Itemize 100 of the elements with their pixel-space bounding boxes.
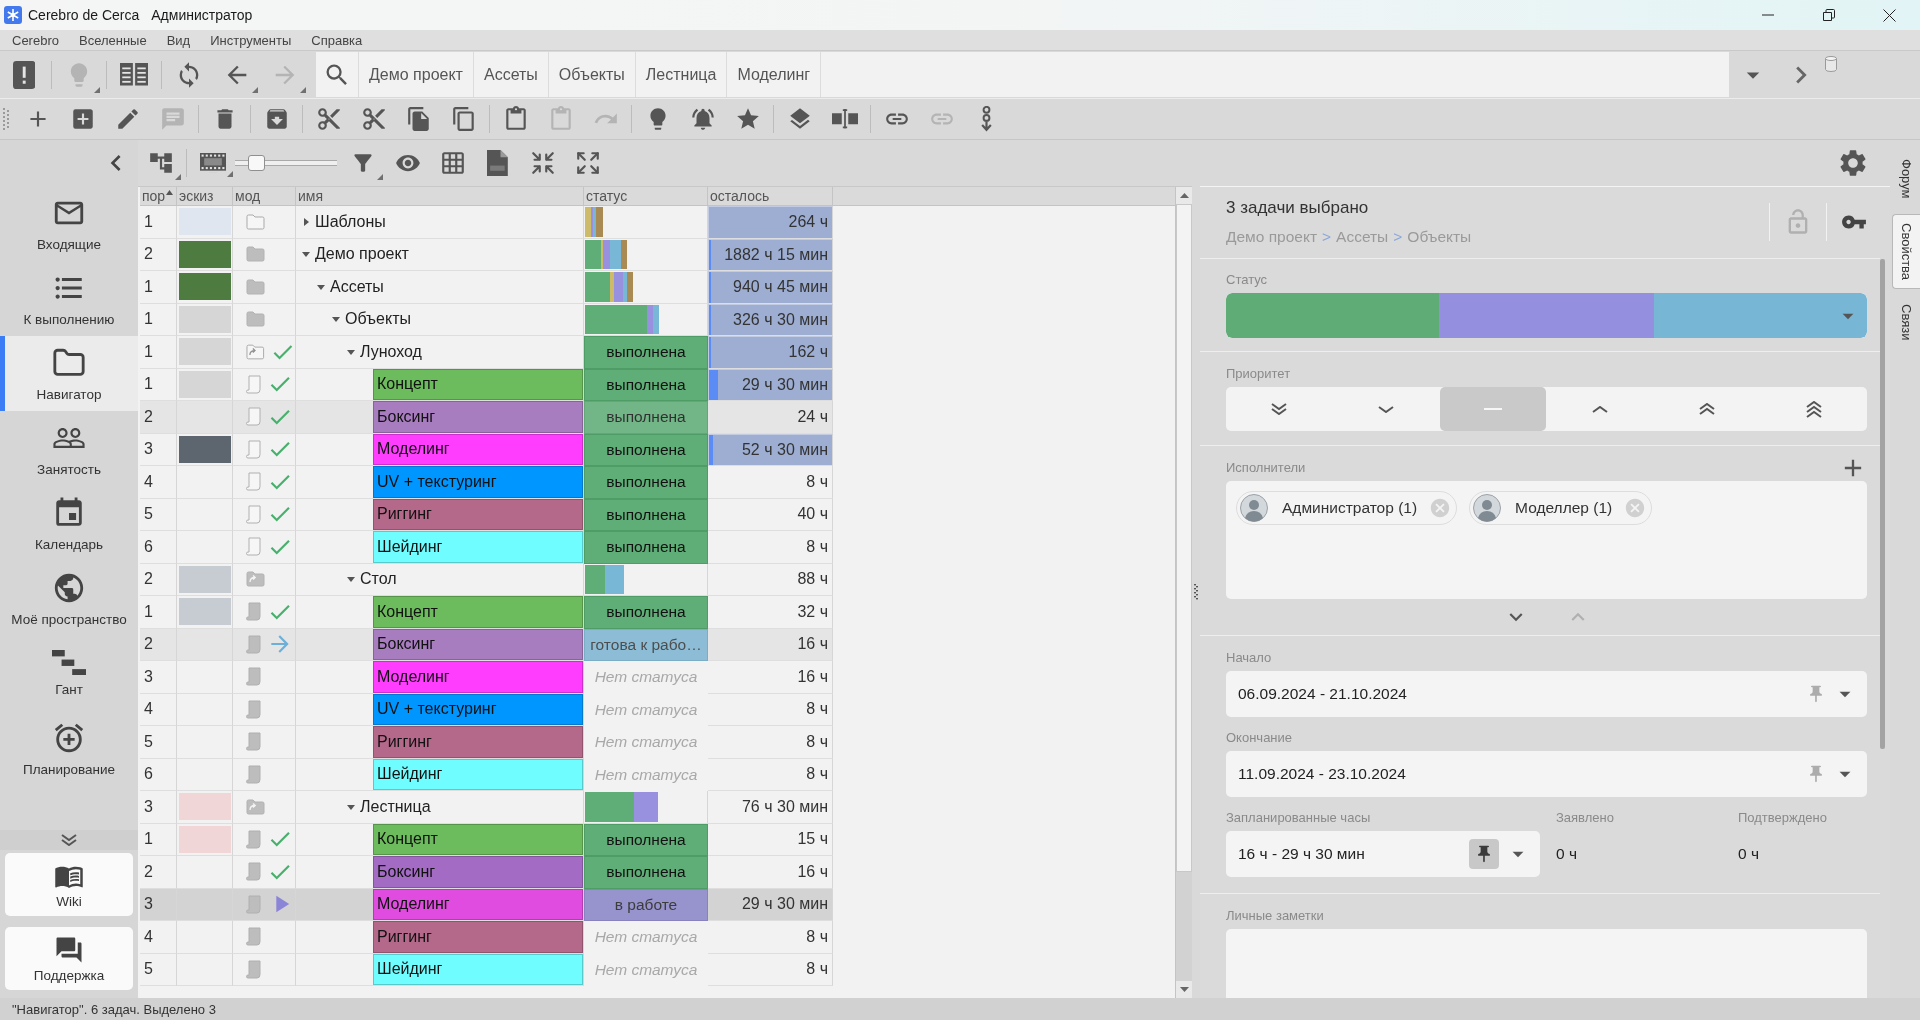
column-header[interactable]: статус: [584, 187, 708, 205]
table-row[interactable]: 3 Моделинг в работе 29 ч 30 мин: [140, 888, 833, 921]
folder-name[interactable]: Шаблоны: [315, 212, 386, 231]
sidebar-item[interactable]: Моё пространство: [0, 561, 138, 636]
menu-item[interactable]: Вселенные: [68, 30, 157, 50]
column-header[interactable]: эскиз: [177, 187, 233, 205]
folder-name[interactable]: Объекты: [345, 310, 411, 329]
sidebar-item[interactable]: Входящие: [0, 186, 138, 261]
task-name[interactable]: Боксинг: [373, 628, 583, 660]
status-cell: готова к рабо…: [584, 628, 708, 661]
task-name[interactable]: Шейдинг: [373, 531, 583, 563]
folder-name[interactable]: Луноход: [360, 342, 422, 361]
sidebar-item[interactable]: Навигатор: [0, 336, 138, 411]
table-row[interactable]: 4 Риггинг Нет статуса 8 ч: [140, 921, 833, 954]
support-button[interactable]: Поддержка: [5, 927, 133, 990]
scrollbar-thumb[interactable]: [1880, 259, 1885, 749]
table-row[interactable]: 5 Риггинг Нет статуса 8 ч: [140, 726, 833, 759]
table-row[interactable]: 4 UV + текстуринг Нет статуса 8 ч: [140, 693, 833, 726]
scroll-down-icon[interactable]: [1179, 987, 1189, 992]
scroll-up-icon[interactable]: [1179, 193, 1189, 198]
table-row[interactable]: 1 Концепт выполнена 29 ч 30 мин: [140, 368, 833, 401]
table-row[interactable]: 3 Моделинг выполнена 52 ч 30 мин: [140, 433, 833, 466]
task-name[interactable]: Моделинг: [373, 888, 583, 920]
table-row[interactable]: 1 Луноход выполнена 162 ч: [140, 336, 833, 369]
breadcrumb-tab[interactable]: Моделинг: [726, 52, 821, 97]
task-name[interactable]: Моделинг: [373, 661, 583, 693]
task-name[interactable]: Шейдинг: [373, 758, 583, 790]
table-row[interactable]: 5 Риггинг выполнена 40 ч: [140, 498, 833, 531]
table-row[interactable]: 1 Концепт выполнена 15 ч: [140, 823, 833, 856]
task-name[interactable]: UV + текстуринг: [373, 693, 583, 725]
breadcrumb-tab[interactable]: Объекты: [547, 52, 635, 97]
sidebar-item[interactable]: К выполнению: [0, 261, 138, 336]
table-row[interactable]: 1 Ассеты 940 ч 45 мин: [140, 271, 833, 304]
table-row[interactable]: 6 Шейдинг выполнена 8 ч: [140, 531, 833, 564]
sidebar-item[interactable]: Гант: [0, 636, 138, 711]
minimize-icon[interactable]: [1761, 14, 1774, 16]
scrollbar[interactable]: [1175, 187, 1192, 998]
task-name[interactable]: Шейдинг: [373, 953, 583, 985]
breadcrumb-tab[interactable]: Лестница: [634, 52, 727, 97]
splitter-grip-icon[interactable]: [1194, 584, 1198, 600]
dropdown-corner-icon: [252, 86, 258, 93]
task-name[interactable]: Риггинг: [373, 498, 583, 530]
assignee-chip[interactable]: Администратор (1): [1236, 491, 1458, 525]
table-row[interactable]: 6 Шейдинг Нет статуса 8 ч: [140, 758, 833, 791]
folder-name[interactable]: Ассеты: [330, 277, 384, 296]
folder-name[interactable]: Стол: [360, 570, 397, 589]
double-chevron-down-icon[interactable]: [61, 834, 77, 846]
menu-item[interactable]: Вид: [156, 30, 201, 50]
wiki-button[interactable]: Wiki: [5, 853, 133, 916]
task-name[interactable]: Боксинг: [373, 856, 583, 888]
folder-name[interactable]: Лестница: [360, 797, 431, 816]
task-name[interactable]: Боксинг: [373, 401, 583, 433]
task-name[interactable]: Концепт: [373, 596, 583, 628]
scrollbar-thumb[interactable]: [1176, 204, 1192, 872]
table-row[interactable]: 2 Боксинг выполнена 16 ч: [140, 856, 833, 889]
side-tab[interactable]: Форум: [1892, 150, 1920, 208]
side-tab[interactable]: Связи: [1892, 294, 1920, 349]
date-range-field[interactable]: 11.09.2024 - 23.10.2024: [1226, 751, 1867, 797]
sidebar-item[interactable]: Занятость: [0, 411, 138, 486]
table-row[interactable]: 2 Демо проект 1882 ч 15 мин: [140, 238, 833, 271]
restore-icon[interactable]: [1822, 9, 1835, 21]
folder-name[interactable]: Демо проект: [315, 245, 409, 264]
table-row[interactable]: 4 UV + текстуринг выполнена 8 ч: [140, 466, 833, 499]
task-name[interactable]: Моделинг: [373, 433, 583, 465]
menu-item[interactable]: Инструменты: [200, 30, 302, 50]
sidebar-item[interactable]: Календарь: [0, 486, 138, 561]
table-row[interactable]: 3 Лестница 76 ч 30 мин: [140, 791, 833, 824]
column-header[interactable]: мод: [233, 187, 296, 205]
table-row[interactable]: 2 Стол 88 ч: [140, 563, 833, 596]
table-row[interactable]: 2 Боксинг готова к рабо… 16 ч: [140, 628, 833, 661]
menu-item[interactable]: Справка: [301, 30, 373, 50]
pin-button[interactable]: [1469, 839, 1499, 869]
column-header[interactable]: имя: [296, 187, 584, 205]
slider-thumb[interactable]: [247, 155, 265, 171]
column-header[interactable]: осталось: [708, 187, 833, 205]
breadcrumb-tab[interactable]: Ассеты: [472, 52, 548, 97]
task-name[interactable]: Концепт: [373, 823, 583, 855]
task-name[interactable]: Риггинг: [373, 921, 583, 953]
date-range-field[interactable]: 06.09.2024 - 21.10.2024: [1226, 671, 1867, 717]
task-name[interactable]: Риггинг: [373, 726, 583, 758]
table-row[interactable]: 3 Моделинг Нет статуса 16 ч: [140, 661, 833, 694]
toolbar-grip-icon[interactable]: [3, 108, 9, 130]
app-logo-icon: [4, 6, 22, 24]
notes-field[interactable]: [1226, 929, 1867, 998]
column-header[interactable]: пор: [140, 187, 177, 205]
close-icon[interactable]: [1883, 8, 1896, 22]
table-row[interactable]: 1 Концепт выполнена 32 ч: [140, 596, 833, 629]
table-row[interactable]: 2 Боксинг выполнена 24 ч: [140, 401, 833, 434]
side-tab[interactable]: Свойства: [1892, 213, 1920, 289]
assignee-chip[interactable]: Моделлер (1): [1469, 491, 1653, 525]
sidebar-item[interactable]: Планирование: [0, 711, 138, 786]
breadcrumb-tab[interactable]: Демо проект: [358, 52, 473, 97]
caret-right-icon[interactable]: [301, 216, 311, 227]
table-row[interactable]: 1 Объекты 326 ч 30 мин: [140, 303, 833, 336]
menu-item[interactable]: Cerebro: [2, 30, 69, 50]
hours-range-field[interactable]: 16 ч - 29 ч 30 мин: [1226, 831, 1540, 877]
table-row[interactable]: 5 Шейдинг Нет статуса 8 ч: [140, 953, 833, 986]
task-name[interactable]: UV + текстуринг: [373, 466, 583, 498]
table-row[interactable]: 1 Шаблоны 264 ч: [140, 206, 833, 239]
task-name[interactable]: Концепт: [373, 368, 583, 400]
